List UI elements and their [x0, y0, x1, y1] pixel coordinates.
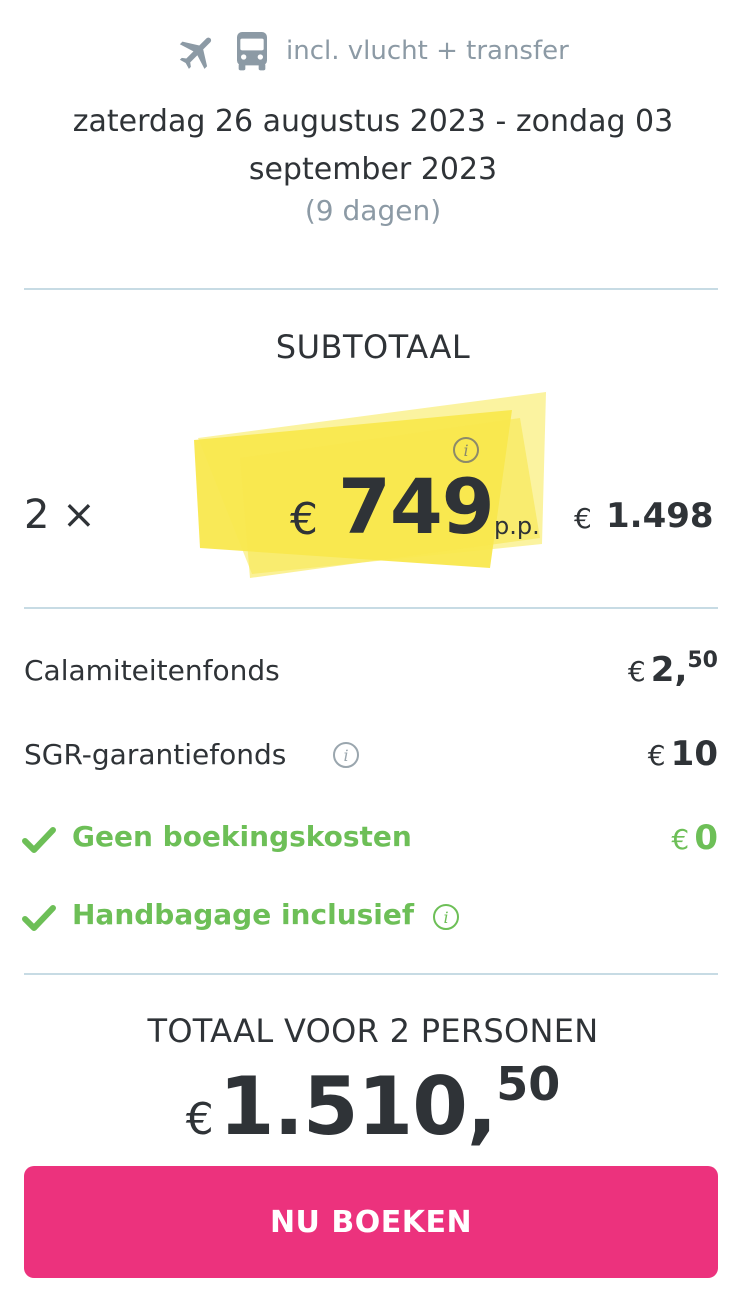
total-currency: € [185, 1094, 214, 1145]
line-label-booking-costs: Geen boekingskosten [72, 820, 412, 853]
subtotal-currency: € [574, 502, 592, 535]
line-amount-calamiteitenfonds: € 2,50 [627, 648, 718, 690]
line-label-calamiteitenfonds: Calamiteitenfonds [24, 654, 280, 687]
traveler-multiplier: 2 × [24, 492, 96, 538]
currency-symbol: € [627, 655, 646, 688]
amount-value: 2, [650, 650, 688, 690]
hand-luggage-info-icon[interactable]: i [432, 903, 460, 931]
total-cents: 50 [496, 1057, 561, 1111]
divider [24, 973, 718, 975]
check-icon [22, 827, 56, 853]
currency-symbol: € [671, 823, 690, 856]
divider [24, 288, 718, 290]
price-info-icon[interactable]: i [452, 436, 480, 464]
book-now-button[interactable]: NU BOEKEN [24, 1166, 718, 1278]
travel-dates: zaterdag 26 augustus 2023 - zondag 03 se… [72, 104, 674, 187]
svg-text:i: i [443, 908, 448, 927]
travel-duration: (9 dagen) [304, 194, 442, 227]
price-per-person-currency: € [290, 494, 318, 545]
subtotal-title: SUBTOTAAL [275, 328, 471, 366]
per-person-label: p.p. [494, 512, 540, 540]
currency-symbol: € [647, 739, 666, 772]
total-value: 1.510, [218, 1060, 497, 1153]
svg-text:i: i [343, 746, 348, 765]
total-title: TOTAAL VOOR 2 PERSONEN [147, 1012, 599, 1050]
check-icon [22, 905, 56, 931]
line-label-sgr-garantiefonds: SGR-garantiefonds [24, 738, 287, 771]
amount-cents: 50 [687, 648, 718, 673]
line-label-hand-luggage: Handbagage inclusief [72, 898, 415, 931]
divider [24, 607, 718, 609]
amount-value: 10 [670, 734, 718, 774]
amount-value: 0 [694, 818, 718, 858]
svg-text:i: i [463, 441, 468, 460]
plane-icon [179, 37, 212, 69]
subtotal-amount: 1.498 [606, 496, 714, 536]
transport-included-row: incl. vlucht + transfer [0, 30, 746, 74]
transport-included-label: incl. vlucht + transfer [286, 36, 569, 66]
line-amount-sgr-garantiefonds: € 10 [648, 734, 718, 774]
total-amount: € 1.510,50 [0, 1057, 746, 1153]
line-amount-booking-costs: € 0 [671, 818, 718, 858]
bus-icon [237, 32, 267, 71]
sgr-info-icon[interactable]: i [332, 741, 360, 769]
price-per-person: 749 [338, 462, 495, 551]
